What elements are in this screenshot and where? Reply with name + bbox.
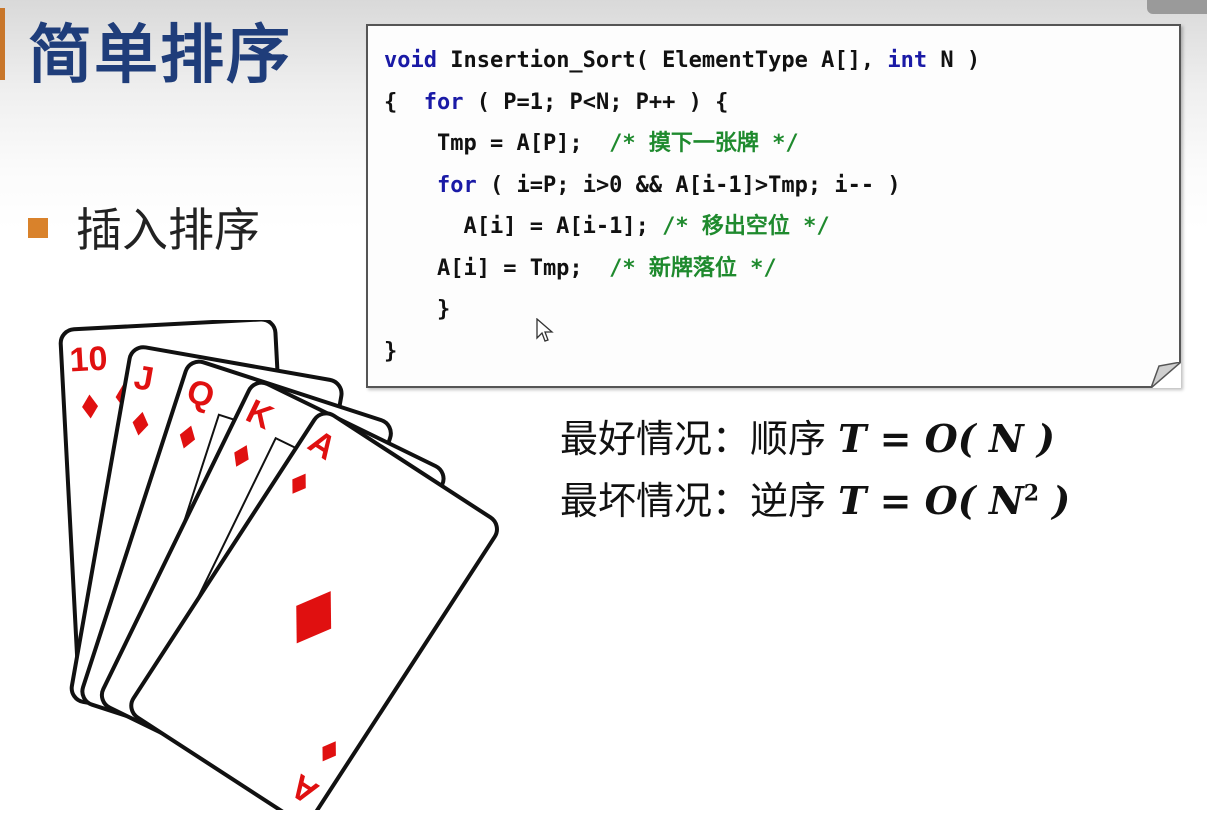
corner-logo: [1147, 0, 1207, 14]
worst-case-complexity: 最坏情况：逆序 T = O( N2 ): [560, 470, 1070, 525]
code-fragment: A[i] = Tmp;: [384, 255, 610, 281]
code-comment: /* 新牌落位 */: [609, 255, 777, 281]
code-fragment: Insertion_Sort( ElementType A[],: [436, 48, 888, 73]
keyword: void: [384, 48, 437, 73]
bullet-square-icon: [28, 218, 48, 238]
keyword: int: [887, 48, 928, 73]
slide-title: 简单排序: [28, 18, 292, 93]
code-comment: /* 摸下一张牌 */: [609, 131, 799, 156]
code-line-2: { for ( P=1; P<N; P++ ) {: [384, 90, 728, 115]
code-fragment: ( P=1; P<N; P++ ) {: [463, 89, 729, 115]
keyword: for: [423, 89, 464, 115]
keyword: for: [436, 172, 477, 198]
code-line-1: void Insertion_Sort( ElementType A[], in…: [384, 48, 980, 73]
code-fragment: ( i=P; i>0 && A[i-1]>Tmp; i-- ): [476, 172, 901, 198]
best-case-label: 最好情况：顺序: [560, 417, 839, 461]
best-case-complexity: 最好情况：顺序 T = O( N ): [560, 408, 1055, 463]
code-fragment: [384, 173, 437, 198]
formula-exponent: 2: [1023, 480, 1040, 507]
code-line-3: Tmp = A[P]; /* 摸下一张牌 */: [384, 131, 799, 156]
code-fragment: N ): [927, 48, 981, 73]
code-comment: /* 移出空位 */: [662, 214, 830, 239]
best-case-formula: T = O( N ): [838, 416, 1055, 461]
bullet-text: 插入排序: [76, 203, 260, 257]
formula-part: ): [1039, 478, 1071, 523]
page-fold-icon: [1151, 362, 1181, 388]
worst-case-label: 最坏情况：逆序: [560, 479, 839, 523]
code-fragment: Tmp = A[P];: [384, 131, 610, 156]
code-line-4: for ( i=P; i>0 && A[i-1]>Tmp; i-- ): [384, 173, 901, 198]
formula-part: T = O( N: [838, 478, 1024, 523]
title-accent-bar: [0, 8, 5, 80]
worst-case-formula: T = O( N2 ): [838, 478, 1070, 523]
playing-cards-illustration: 10 J Q K A A: [58, 320, 499, 810]
code-line-5: A[i] = A[i-1]; /* 移出空位 */: [384, 214, 830, 239]
code-line-6: A[i] = Tmp; /* 新牌落位 */: [384, 256, 777, 281]
card-rank: 10: [69, 340, 109, 380]
mouse-cursor-icon: [536, 318, 554, 342]
code-fragment: A[i] = A[i-1];: [384, 214, 663, 239]
code-fragment: {: [384, 89, 424, 115]
code-line-7: }: [384, 297, 451, 322]
